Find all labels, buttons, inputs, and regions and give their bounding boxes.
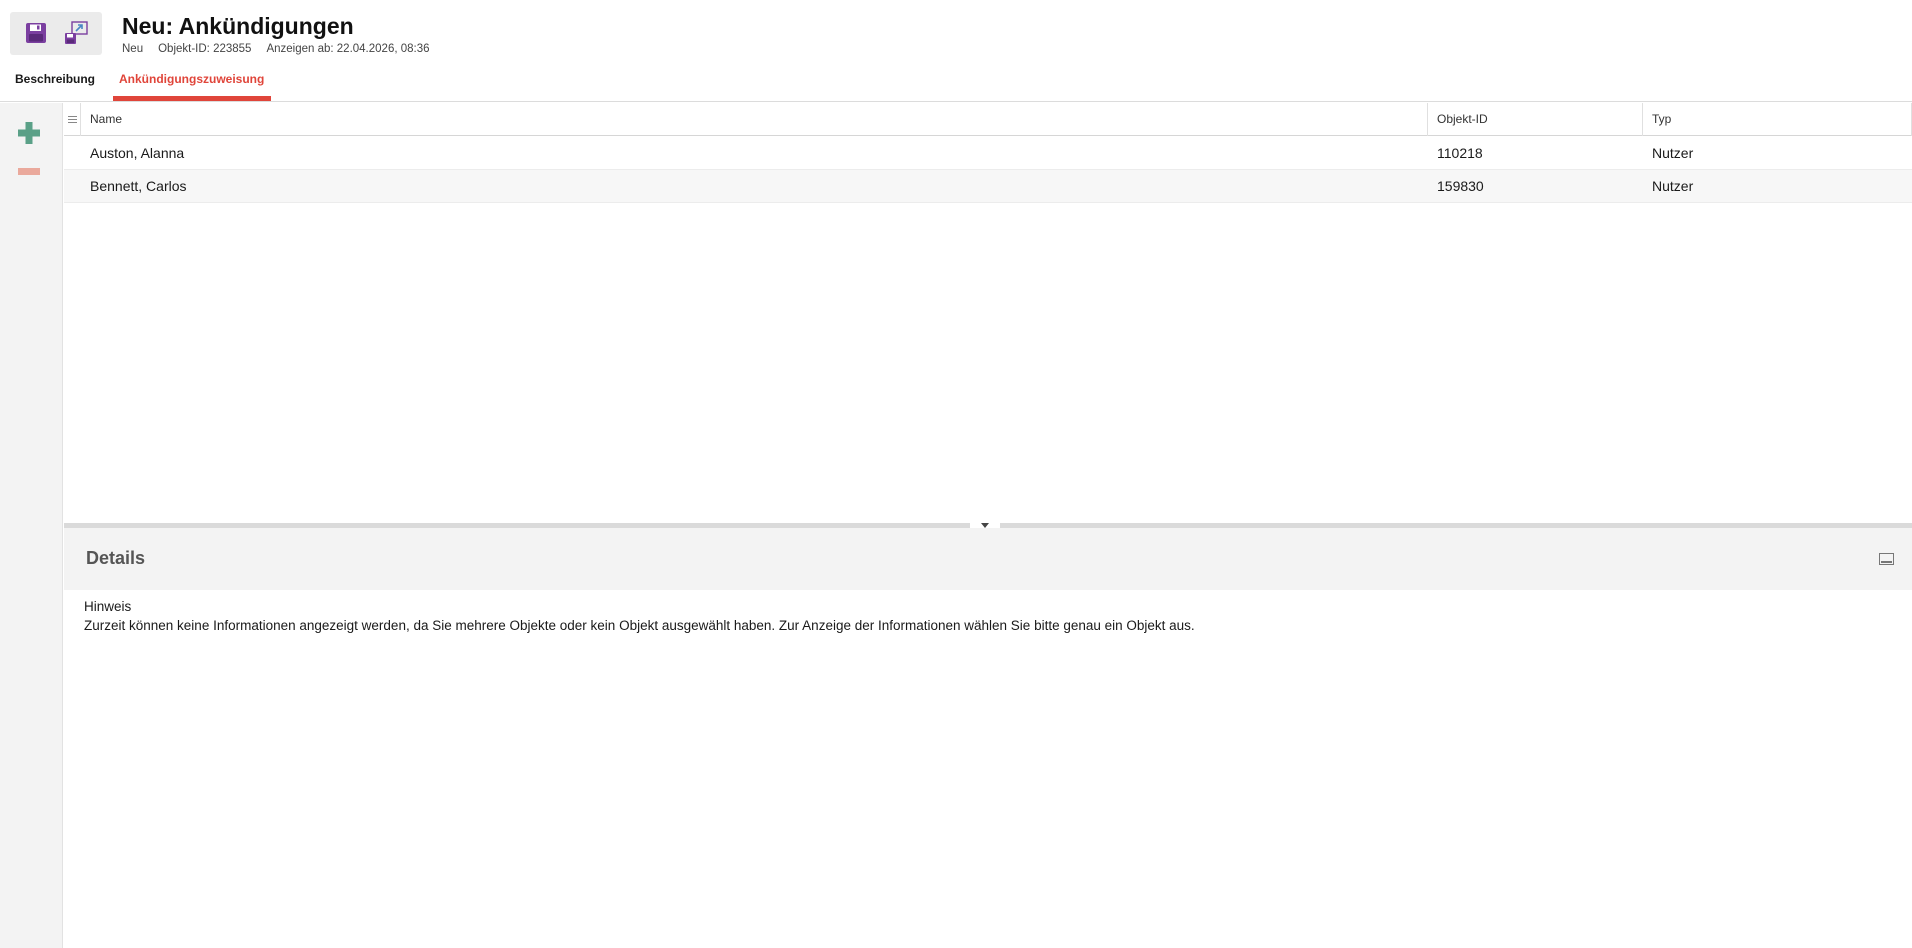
table-row[interactable]: Bennett, Carlos 159830 Nutzer [64, 170, 1912, 203]
column-header-object-id[interactable]: Objekt-ID [1428, 103, 1643, 136]
remove-button[interactable] [14, 156, 44, 186]
column-header-name[interactable]: Name [81, 103, 1428, 136]
table-row[interactable]: Auston, Alanna 110218 Nutzer [64, 137, 1912, 170]
hint-label: Hinweis [84, 599, 132, 614]
minus-icon [18, 168, 40, 175]
plus-icon [18, 122, 40, 144]
details-header: Details [64, 528, 1912, 590]
status-text: Neu [122, 43, 144, 55]
action-sidebar [0, 103, 63, 948]
cell-type: Nutzer [1652, 178, 1694, 194]
save-and-close-icon [65, 21, 88, 44]
tab-beschreibung[interactable]: Beschreibung [0, 66, 104, 102]
cell-object-id: 159830 [1437, 178, 1484, 194]
cell-object-id: 110218 [1437, 145, 1483, 161]
save-button[interactable] [20, 17, 52, 49]
toolbar [10, 12, 102, 55]
details-toggle-button[interactable] [1878, 552, 1894, 566]
cell-name: Auston, Alanna [90, 145, 185, 161]
save-and-close-button[interactable] [60, 17, 92, 49]
panel-icon [1878, 553, 1894, 565]
save-icon [26, 23, 46, 43]
column-header-type[interactable]: Typ [1643, 103, 1912, 136]
header-meta: Neu Objekt-ID: 223855 Anzeigen ab: 22.04… [122, 43, 430, 55]
cell-type: Nutzer [1652, 145, 1694, 161]
grid-header: Name Objekt-ID Typ [64, 103, 1912, 136]
cell-name: Bennett, Carlos [90, 178, 187, 194]
add-button[interactable] [14, 118, 44, 148]
assignment-grid: Name Objekt-ID Typ Auston, Alanna 110218… [64, 103, 1912, 523]
tab-ankuendigungszuweisung[interactable]: Ankündigungszuweisung [104, 66, 273, 102]
column-menu-button[interactable] [64, 103, 81, 136]
hint-text: Zurzeit können keine Informationen angez… [84, 618, 1195, 633]
tab-bar: Beschreibung Ankündigungszuweisung [0, 66, 273, 102]
menu-icon [67, 116, 77, 123]
show-from-text: Anzeigen ab: 22.04.2026, 08:36 [266, 43, 430, 55]
header: Neu: Ankündigungen Neu Objekt-ID: 223855… [0, 0, 1912, 102]
object-id-text: Objekt-ID: 223855 [158, 43, 252, 55]
details-body: Hinweis Zurzeit können keine Information… [64, 590, 1912, 948]
page-title: Neu: Ankündigungen [122, 13, 354, 39]
details-title: Details [86, 548, 146, 568]
